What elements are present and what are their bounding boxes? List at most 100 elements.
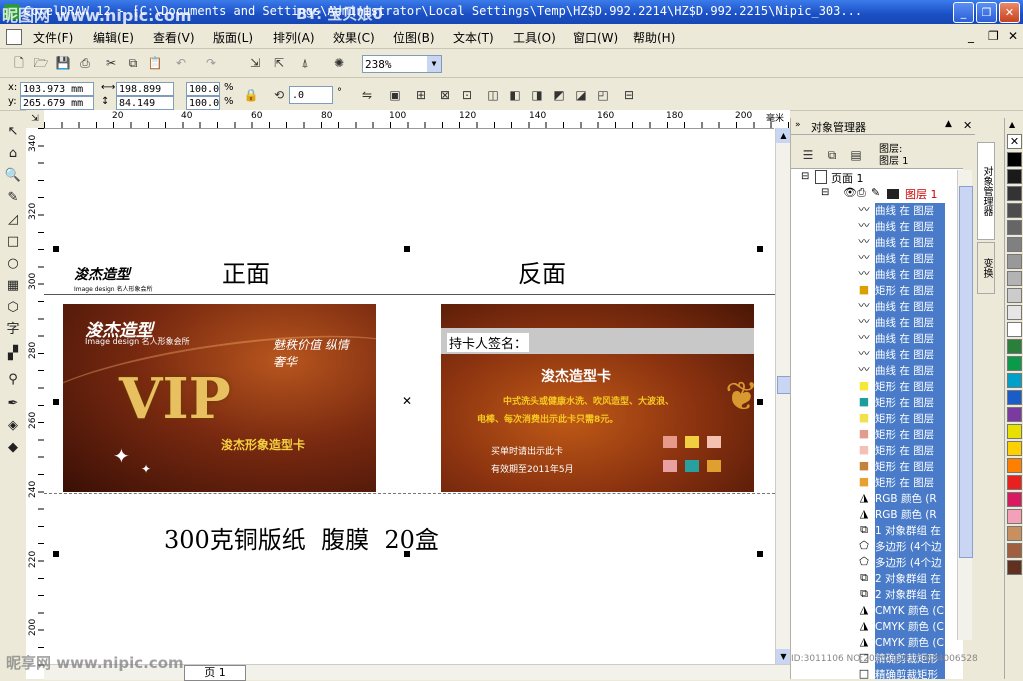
object-tree-item[interactable]: 矩形 在 图层: [875, 443, 945, 459]
polygon-tool-icon[interactable]: ▦: [3, 276, 23, 296]
drawing-canvas[interactable]: 浚杰造型 Image design 名人形象会所 正面 反面 浚杰造型 Imag…: [44, 128, 775, 664]
eyedropper-tool-icon[interactable]: ⚲: [3, 370, 23, 390]
front-label[interactable]: 正面: [222, 254, 270, 289]
color-swatch[interactable]: [1007, 186, 1022, 201]
save-icon[interactable]: 💾: [54, 54, 72, 72]
color-swatch[interactable]: [1007, 169, 1022, 184]
pencil-icon[interactable]: ✎: [871, 186, 880, 199]
scale-y-field[interactable]: 100.0: [186, 96, 220, 110]
x-position-field[interactable]: 103.973 mm: [20, 82, 94, 96]
object-tree-item[interactable]: 曲线 在 图层: [875, 347, 945, 363]
color-swatch[interactable]: [1007, 220, 1022, 235]
object-tree-item[interactable]: 曲线 在 图层: [875, 299, 945, 315]
side-tab-object-manager[interactable]: 对象管理器: [977, 142, 995, 240]
tree-expander-icon[interactable]: ⊟: [821, 187, 829, 198]
scale-x-field[interactable]: 100.0: [186, 82, 220, 96]
object-tree-item[interactable]: 1 对象群组 在: [875, 523, 945, 539]
selection-handle[interactable]: [53, 246, 59, 252]
back-card[interactable]: 持卡人签名： 浚杰造型卡 中式洗头或健康水洗、吹风造型、大波浪、 电棒、每次消费…: [441, 304, 754, 492]
mirror-icon[interactable]: ⇋: [358, 86, 376, 104]
menu-layout[interactable]: 版面(L): [213, 29, 253, 46]
selection-handle[interactable]: [757, 399, 763, 405]
import-icon[interactable]: ⇲: [246, 54, 264, 72]
no-color-swatch[interactable]: ✕: [1007, 134, 1022, 149]
selection-handle[interactable]: [757, 551, 763, 557]
lock-ratio-icon[interactable]: 🔒: [242, 86, 260, 104]
ellipse-tool-icon[interactable]: ○: [3, 254, 23, 274]
basic-shapes-tool-icon[interactable]: ⬡: [3, 298, 23, 318]
object-tree-item[interactable]: RGB 颜色 (R: [875, 491, 945, 507]
copy-icon[interactable]: ⧉: [124, 54, 142, 72]
page-node-label[interactable]: 页面 1: [831, 170, 864, 186]
height-field[interactable]: 84.149 mm: [116, 96, 174, 122]
selection-handle[interactable]: [757, 246, 763, 252]
back-minus-front-icon[interactable]: ◰: [594, 86, 612, 104]
restore-button[interactable]: ❐: [976, 2, 997, 23]
printer-icon[interactable]: ⎙: [857, 186, 866, 200]
selection-handle[interactable]: [53, 551, 59, 557]
color-swatch[interactable]: [1007, 356, 1022, 371]
menu-window[interactable]: 窗口(W): [573, 29, 618, 46]
chevron-down-icon[interactable]: ▼: [427, 56, 441, 72]
menu-edit[interactable]: 编辑(E): [93, 29, 134, 46]
fill-tool-icon[interactable]: ◈: [3, 416, 23, 436]
palette-scroll-up-icon[interactable]: ▲: [1009, 120, 1015, 129]
layer-node-label[interactable]: 图层 1: [905, 186, 938, 202]
object-tree-item[interactable]: 矩形 在 图层: [875, 475, 945, 491]
pick-tool-icon[interactable]: ↖: [3, 122, 23, 142]
doc-minimize-button[interactable]: _: [968, 29, 974, 43]
interactive-fill-tool-icon[interactable]: ◆: [3, 438, 23, 458]
freehand-tool-icon[interactable]: ✎: [3, 188, 23, 208]
color-swatch[interactable]: [1007, 543, 1022, 558]
docker-close-icon[interactable]: ✕: [963, 119, 972, 132]
y-position-field[interactable]: 265.679 mm: [20, 96, 94, 110]
side-tab-transform[interactable]: 变换: [977, 242, 995, 294]
edit-across-layers-icon[interactable]: ⧉: [823, 146, 841, 164]
color-swatch[interactable]: [1007, 322, 1022, 337]
close-button[interactable]: ✕: [999, 2, 1020, 23]
color-swatch[interactable]: [1007, 424, 1022, 439]
group-icon[interactable]: ⊞: [412, 86, 430, 104]
color-swatch[interactable]: [1007, 339, 1022, 354]
color-swatch[interactable]: [1007, 560, 1022, 575]
weld-icon[interactable]: ◫: [484, 86, 502, 104]
object-tree-item[interactable]: CMYK 颜色 (C: [875, 619, 945, 635]
object-tree-item[interactable]: 多边形 (4个边: [875, 555, 945, 571]
object-tree-item[interactable]: 曲线 在 图层: [875, 331, 945, 347]
object-tree-item[interactable]: 多边形 (4个边: [875, 539, 945, 555]
undo-icon[interactable]: ↶: [172, 54, 190, 72]
rotate-icon[interactable]: ⟲: [270, 86, 288, 104]
combine-icon[interactable]: ⊡: [458, 86, 476, 104]
app-launcher-icon[interactable]: ⍋: [296, 54, 314, 72]
ungroup-icon[interactable]: ▣: [386, 86, 404, 104]
tree-scrollbar[interactable]: [957, 170, 973, 640]
intersect-icon[interactable]: ◨: [528, 86, 546, 104]
tree-expander-icon[interactable]: ⊟: [801, 171, 809, 182]
object-tree-item[interactable]: 矩形 在 图层: [875, 459, 945, 475]
color-swatch[interactable]: [1007, 509, 1022, 524]
minimize-button[interactable]: _: [953, 2, 974, 23]
color-swatch[interactable]: [1007, 492, 1022, 507]
corel-online-icon[interactable]: ✺: [330, 54, 348, 72]
color-swatch[interactable]: [1007, 373, 1022, 388]
export-icon[interactable]: ⇱: [270, 54, 288, 72]
rotation-field[interactable]: .0: [289, 86, 333, 104]
doc-restore-button[interactable]: ❐: [988, 29, 999, 43]
scroll-down-icon[interactable]: ▼: [776, 649, 791, 664]
object-tree-item[interactable]: CMYK 颜色 (C: [875, 635, 945, 651]
text-tool-icon[interactable]: 字: [3, 320, 23, 340]
redo-icon[interactable]: ↷: [202, 54, 220, 72]
color-swatch[interactable]: [1007, 390, 1022, 405]
color-swatch[interactable]: [1007, 288, 1022, 303]
footer-spec-text[interactable]: 300克铜版纸 腹膜 20盒: [164, 520, 439, 555]
object-tree-item[interactable]: 曲线 在 图层: [875, 251, 945, 267]
new-icon[interactable]: 🗋: [10, 54, 28, 72]
show-properties-icon[interactable]: ☰: [799, 146, 817, 164]
color-swatch[interactable]: [1007, 203, 1022, 218]
object-tree-item[interactable]: 矩形 在 图层: [875, 411, 945, 427]
smart-fill-tool-icon[interactable]: ◿: [3, 210, 23, 230]
interactive-tool-icon[interactable]: ▞: [3, 344, 23, 364]
object-tree-item[interactable]: 2 对象群组 在: [875, 587, 945, 603]
object-tree-item[interactable]: 精确剪裁矩形: [875, 667, 945, 679]
front-card[interactable]: 浚杰造型 Image design 名人形象会所 魅秩价值 纵情奢华 VIP 浚…: [63, 304, 376, 492]
